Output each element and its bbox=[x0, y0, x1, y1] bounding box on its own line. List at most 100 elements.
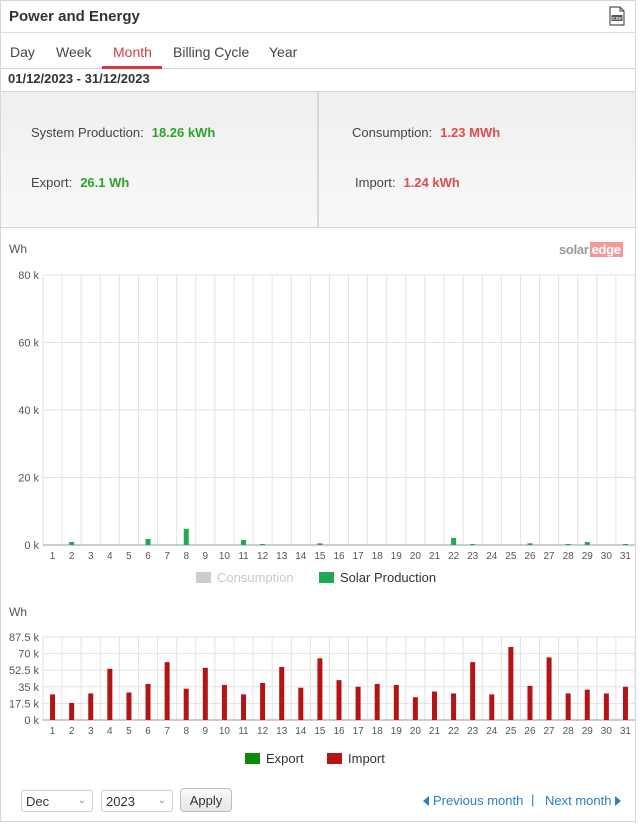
chart2-bar bbox=[336, 680, 342, 720]
chart2-bar bbox=[183, 688, 189, 720]
tab-year[interactable]: Year bbox=[269, 44, 297, 60]
chart1-bar bbox=[69, 541, 75, 545]
period-controls: Dec ⌄ 2023 ⌄ Apply Previous month | Next… bbox=[1, 787, 635, 817]
chart2-bar bbox=[50, 694, 56, 720]
chart2-xtick-label: 28 bbox=[563, 726, 575, 737]
month-select[interactable]: Dec ⌄ bbox=[21, 790, 93, 812]
active-tab-indicator bbox=[102, 66, 162, 69]
consumption-label: Consumption: bbox=[352, 125, 433, 140]
chart1-xtick-label: 1 bbox=[50, 551, 56, 562]
chart1-ytick-label: 80 k bbox=[18, 270, 39, 282]
chart2-ytick-label: 35 k bbox=[18, 682, 39, 694]
chart1-bar bbox=[317, 543, 323, 545]
chart2-xtick-label: 17 bbox=[353, 726, 365, 737]
consumption-stat: Consumption: 1.23 MWh bbox=[352, 125, 500, 140]
chart2-bar bbox=[164, 662, 170, 720]
energy-summary: System Production: 18.26 kWh Export: 26.1 … bbox=[1, 91, 635, 228]
consumption-value: 1.23 MWh bbox=[440, 125, 501, 140]
chart2-xtick-label: 5 bbox=[126, 726, 132, 737]
chart1-xtick-label: 11 bbox=[238, 551, 249, 562]
previous-month-link[interactable]: Previous month bbox=[423, 793, 523, 808]
chart1-bar bbox=[584, 541, 590, 545]
chart1-xtick-label: 27 bbox=[544, 551, 556, 562]
chart1-xtick-label: 2 bbox=[69, 551, 75, 562]
chart2-bar bbox=[298, 687, 304, 720]
chart2-xtick-label: 12 bbox=[257, 726, 269, 737]
chart2-xtick-label: 11 bbox=[238, 726, 249, 737]
chart2-xtick-label: 22 bbox=[448, 726, 460, 737]
caret-right-icon bbox=[615, 796, 622, 806]
chart1-bar bbox=[145, 538, 151, 545]
chart2-xtick-label: 15 bbox=[314, 726, 326, 737]
chart1-xtick-label: 31 bbox=[620, 551, 632, 562]
chart1-xtick-label: 28 bbox=[563, 551, 575, 562]
chart2-ytick-label: 0 k bbox=[24, 715, 39, 727]
tab-billing-cycle[interactable]: Billing Cycle bbox=[173, 44, 249, 60]
legend-import-label: Import bbox=[348, 751, 385, 766]
chart2-ytick-label: 52.5 k bbox=[9, 665, 39, 677]
chart1-xtick-label: 25 bbox=[505, 551, 517, 562]
chart2-bar bbox=[527, 685, 533, 720]
chart1-ytick-label: 60 k bbox=[18, 338, 39, 350]
import-export-chart: 0 k17.5 k35 k52.5 k70 k87.5 k1 2 3 4 5 6 7 8 9 10… bbox=[9, 632, 636, 766]
chart1-ytick-label: 0 k bbox=[24, 540, 39, 552]
production-value: 18.26 kWh bbox=[151, 125, 216, 140]
chart2-xtick-label: 8 bbox=[183, 726, 189, 737]
chart1-bar bbox=[183, 528, 189, 545]
chart2-xtick-label: 21 bbox=[429, 726, 441, 737]
chart1-xtick-label: 5 bbox=[126, 551, 132, 562]
import-stat: Import: 1.24 kWh bbox=[355, 175, 460, 190]
chart2-xtick-label: 30 bbox=[601, 726, 613, 737]
chart2-xtick-label: 18 bbox=[372, 726, 384, 737]
chart2-xtick-label: 19 bbox=[391, 726, 403, 737]
chart1-bar bbox=[260, 543, 266, 545]
chart2-bar bbox=[202, 667, 208, 720]
tab-month[interactable]: Month bbox=[113, 44, 152, 60]
import-label: Import: bbox=[355, 175, 396, 190]
chart2-ytick-label: 87.5 k bbox=[9, 632, 39, 644]
chart2-bar bbox=[145, 683, 151, 720]
chart2-xtick-label: 25 bbox=[505, 726, 517, 737]
import-value: 1.24 kWh bbox=[403, 175, 460, 190]
year-select-value: 2023 bbox=[106, 794, 135, 809]
chart1-xtick-label: 17 bbox=[353, 551, 365, 562]
chart1-xtick-label: 16 bbox=[333, 551, 345, 562]
chart2-ylabel: Wh bbox=[9, 605, 27, 619]
chart2-bar bbox=[69, 702, 75, 720]
legend-production-label: Solar Production bbox=[340, 570, 436, 585]
chart1-xtick-label: 3 bbox=[88, 551, 94, 562]
legend-production-swatch bbox=[319, 572, 334, 583]
chart2-xtick-label: 4 bbox=[107, 726, 113, 737]
tab-week[interactable]: Week bbox=[56, 44, 92, 60]
chart1-xtick-label: 29 bbox=[582, 551, 594, 562]
export-label: Export: bbox=[31, 175, 73, 190]
chart2-bar bbox=[241, 694, 247, 720]
csv-file-icon[interactable]: CSV bbox=[609, 6, 625, 26]
chart1-bar bbox=[622, 543, 628, 545]
year-select[interactable]: 2023 ⌄ bbox=[101, 790, 173, 812]
chart1-ytick-label: 20 k bbox=[18, 473, 39, 485]
production-chart: 0 k20 k40 k60 k80 k1 2 3 4 5 6 7 8 9 10 11 12 13 14 15… bbox=[18, 270, 636, 585]
tab-day[interactable]: Day bbox=[10, 44, 35, 60]
chart2-ytick-label: 70 k bbox=[18, 649, 39, 661]
chart1-xtick-label: 12 bbox=[257, 551, 269, 562]
chart2-bar bbox=[431, 691, 437, 720]
chart1-xtick-label: 13 bbox=[276, 551, 288, 562]
chart1-xtick-label: 23 bbox=[467, 551, 479, 562]
power-energy-panel: Power and Energy CSV Day Week Month Bill… bbox=[0, 0, 636, 822]
chart1-ylabel: Wh bbox=[9, 242, 27, 256]
apply-button[interactable]: Apply bbox=[180, 788, 232, 812]
chart1-xtick-label: 21 bbox=[429, 551, 441, 562]
chart2-xtick-label: 27 bbox=[544, 726, 556, 737]
chart1-xtick-label: 14 bbox=[295, 551, 307, 562]
chart2-xtick-label: 6 bbox=[145, 726, 151, 737]
chart1-xtick-label: 19 bbox=[391, 551, 403, 562]
caret-left-icon bbox=[423, 796, 429, 806]
chart1-xtick-label: 6 bbox=[145, 551, 151, 562]
month-select-value: Dec bbox=[26, 794, 50, 809]
chart2-bar bbox=[221, 684, 227, 720]
chart2-xtick-label: 31 bbox=[620, 726, 632, 737]
chart2-bar bbox=[470, 662, 476, 720]
chart2-xtick-label: 7 bbox=[164, 726, 170, 737]
next-month-link[interactable]: Next month bbox=[545, 793, 622, 808]
